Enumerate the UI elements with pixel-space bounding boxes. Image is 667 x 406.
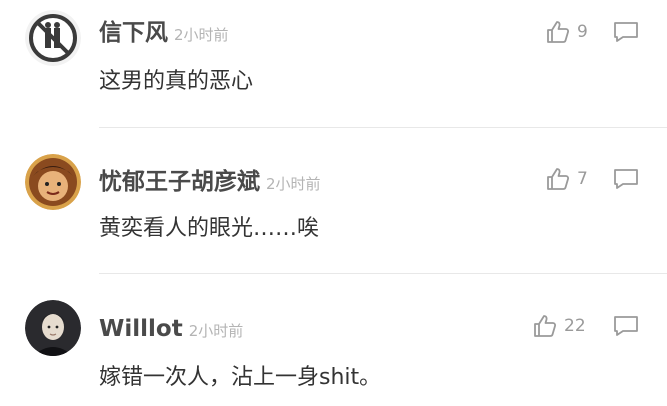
comment-time: 2小时前 [266,175,321,193]
like-count: 22 [564,316,586,336]
reply-button[interactable] [612,167,640,191]
thumbs-up-icon [534,315,557,337]
comment-time: 2小时前 [188,322,244,340]
comment-item: Willlot 2小时前 嫁错一次人，沾上一身shit。 22 [0,274,667,406]
thumbs-up-icon [547,168,570,190]
reply-button[interactable] [612,314,640,338]
username-text[interactable]: 忧郁王子胡彦斌 [99,169,260,195]
avatar[interactable] [25,300,81,356]
avatar[interactable] [25,10,81,66]
thumbs-up-icon [547,21,570,43]
username[interactable]: Willlot 2小时前 [99,315,243,345]
comment-text: 黄奕看人的眼光……唉 [99,216,320,241]
reply-button[interactable] [612,20,640,44]
username[interactable]: 信下风 2小时前 [99,19,229,49]
username-text[interactable]: 信下风 [99,20,168,46]
like-button[interactable]: 9 [545,19,588,45]
comment-bubble-icon [614,169,638,189]
comment-text: 这男的真的恶心 [99,69,254,94]
comment-bubble-icon [614,316,638,336]
like-count: 7 [577,169,588,189]
photo-avatar [25,300,81,356]
comment-time: 2小时前 [174,26,229,44]
comment-text: 嫁错一次人，沾上一身shit。 [99,365,382,390]
like-button[interactable]: 7 [545,166,588,192]
comment-item: 信下风 2小时前 这男的真的恶心 9 [0,0,667,128]
comment-bubble-icon [614,22,638,42]
username[interactable]: 忧郁王子胡彦斌 2小时前 [99,168,321,198]
cartoon-face-avatar [25,154,81,210]
like-button[interactable]: 22 [532,313,586,339]
avatar[interactable] [25,154,81,210]
like-count: 9 [577,22,588,42]
comment-item: 忧郁王子胡彦斌 2小时前 黄奕看人的眼光……唉 7 [0,128,667,274]
no-entry-sign-icon [25,10,81,66]
username-text[interactable]: Willlot [99,316,183,342]
